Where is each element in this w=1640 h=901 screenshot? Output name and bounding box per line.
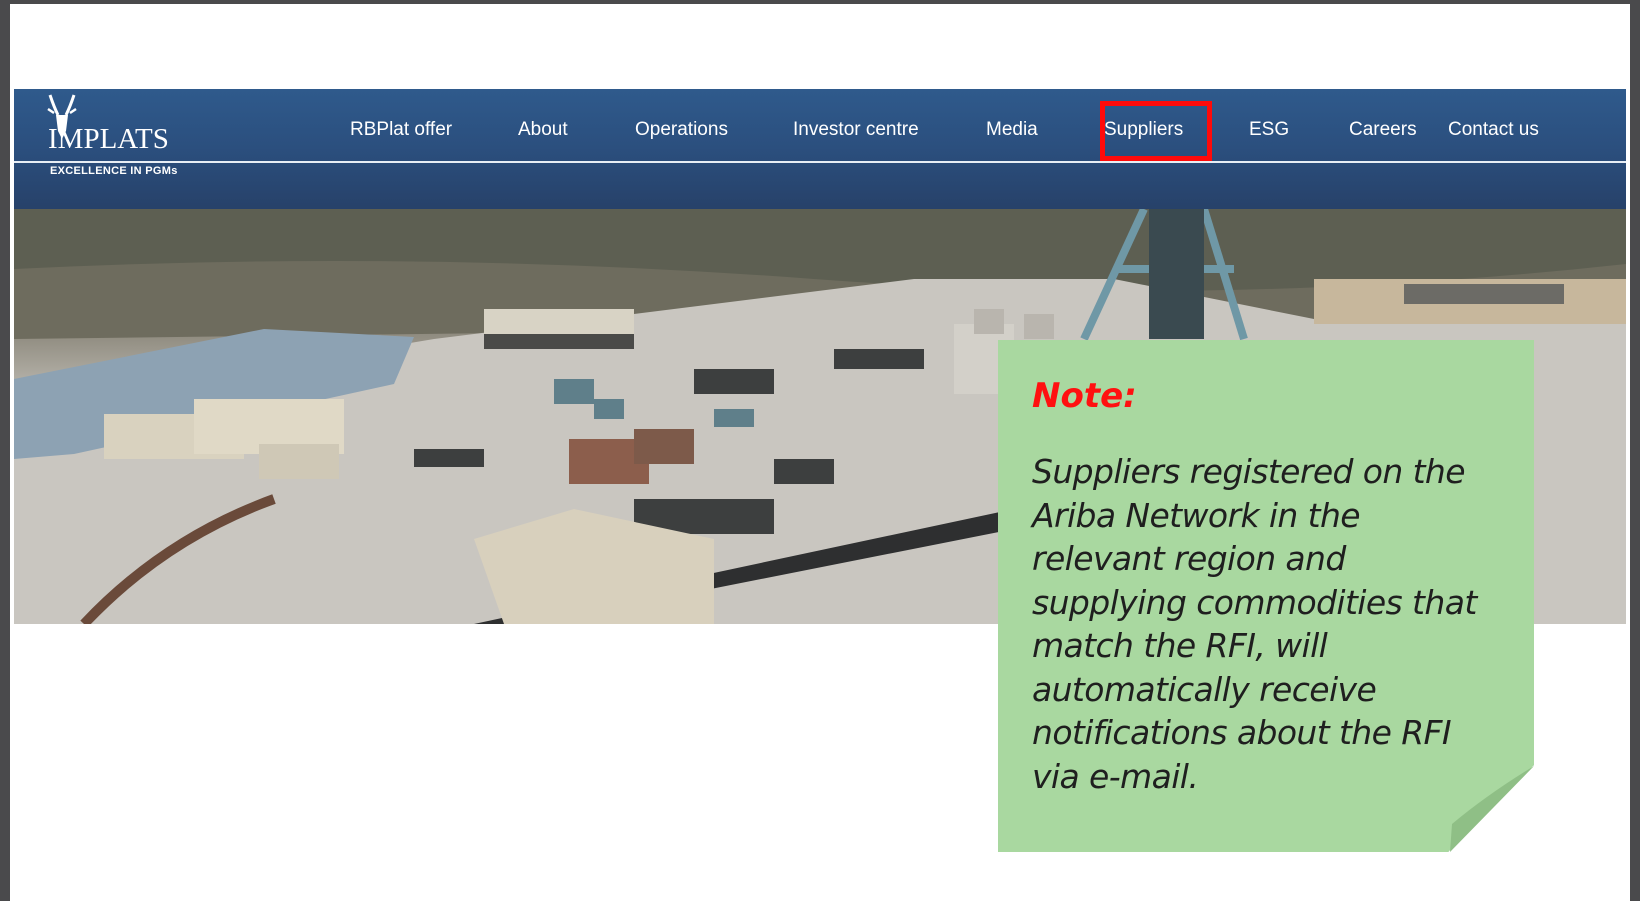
- note-line: via e-mail.: [1032, 756, 1199, 796]
- nav-bar: [14, 89, 1626, 219]
- note-line: relevant region and: [1032, 539, 1346, 578]
- nav-item-media[interactable]: Media: [986, 119, 1038, 141]
- note-line: match the RFI, will: [1032, 626, 1328, 665]
- nav-item-investor-centre[interactable]: Investor centre: [793, 119, 919, 141]
- note-line: Suppliers registered on the: [1032, 452, 1466, 491]
- note-body: Suppliers registered on the Ariba Networ…: [1032, 450, 1512, 798]
- nav-item-careers[interactable]: Careers: [1349, 119, 1417, 141]
- note-line: supplying commodities that: [1032, 582, 1477, 622]
- suppliers-highlight-box: [1100, 101, 1212, 161]
- nav-item-rbplat-offer[interactable]: RBPlat offer: [350, 119, 452, 141]
- nav-item-contact-us[interactable]: Contact us: [1448, 119, 1539, 141]
- logo-tagline: EXCELLENCE IN PGMs: [50, 165, 178, 177]
- note-line: Ariba Network in the: [1032, 495, 1361, 535]
- nav-item-esg[interactable]: ESG: [1249, 119, 1289, 141]
- logo-wordmark: IMPLATS: [48, 123, 169, 155]
- nav-item-operations[interactable]: Operations: [635, 119, 728, 141]
- note-title: Note:: [1032, 376, 1137, 416]
- nav-divider: [14, 161, 1626, 163]
- note-line: automatically receive: [1032, 669, 1377, 709]
- note-line: notifications about the RFI: [1032, 713, 1452, 752]
- slide: IMPLATS EXCELLENCE IN PGMs RBPlat offer …: [10, 4, 1630, 901]
- nav-item-about[interactable]: About: [518, 119, 568, 141]
- implats-logo[interactable]: IMPLATS EXCELLENCE IN PGMs: [38, 93, 198, 181]
